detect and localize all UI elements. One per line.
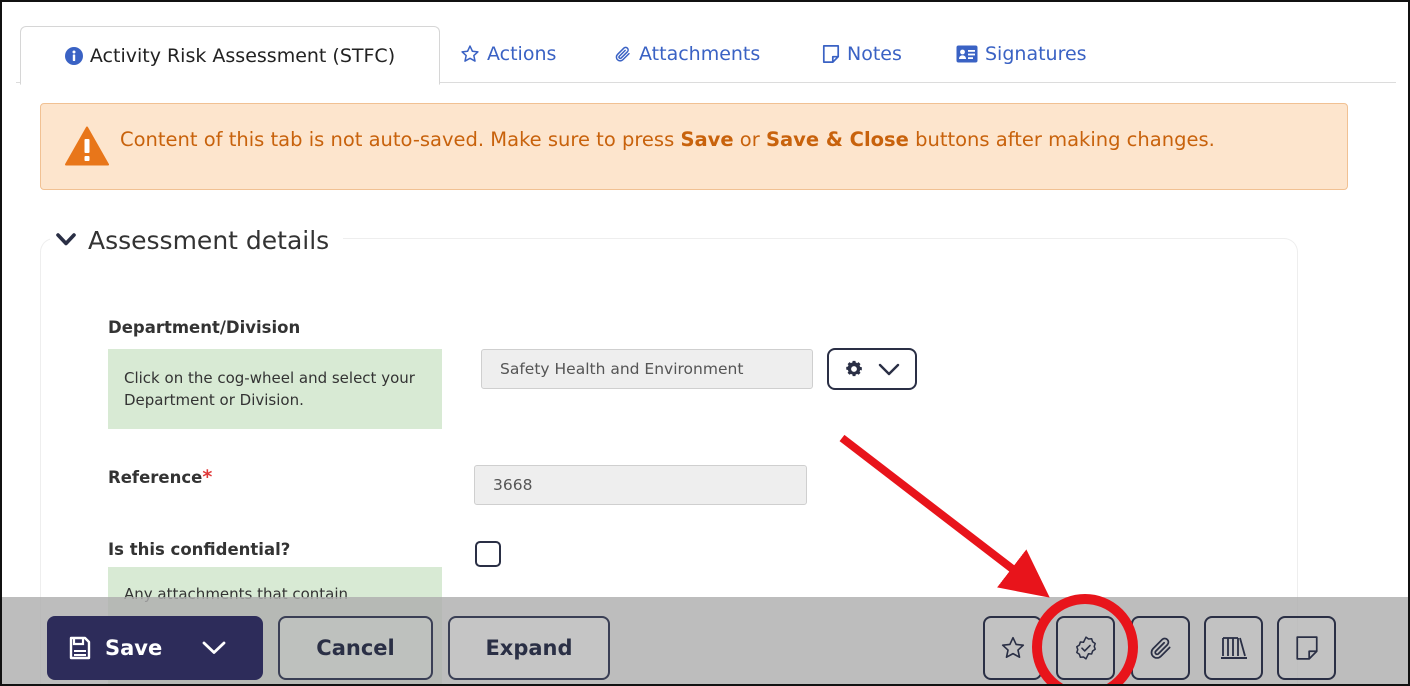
department-selector-button[interactable] bbox=[827, 348, 917, 390]
tab-label: Notes bbox=[847, 43, 902, 65]
floppy-disk-icon bbox=[69, 636, 91, 660]
approve-button[interactable] bbox=[1056, 616, 1115, 680]
confidential-label: Is this confidential? bbox=[108, 540, 291, 559]
save-button-label: Save bbox=[105, 636, 163, 660]
department-help: Click on the cog-wheel and select your D… bbox=[108, 349, 442, 429]
app-window: Activity Risk Assessment (STFC) Actions … bbox=[0, 0, 1410, 686]
note-icon bbox=[822, 45, 840, 63]
library-button[interactable] bbox=[1204, 616, 1263, 680]
sticky-note-icon bbox=[1295, 636, 1318, 660]
department-field: Safety Health and Environment bbox=[481, 349, 813, 389]
star-icon bbox=[1001, 636, 1024, 659]
chevron-down-icon[interactable] bbox=[202, 641, 226, 655]
tab-actions[interactable]: Actions bbox=[460, 26, 556, 82]
reference-label: Reference* bbox=[108, 466, 213, 488]
tab-notes[interactable]: Notes bbox=[822, 26, 902, 82]
attachments-button[interactable] bbox=[1131, 616, 1190, 680]
warning-icon bbox=[65, 126, 109, 166]
reference-field: 3668 bbox=[474, 465, 807, 505]
tab-label: Signatures bbox=[985, 43, 1087, 65]
id-card-icon bbox=[956, 45, 978, 63]
alert-message: Content of this tab is not auto-saved. M… bbox=[120, 128, 1215, 151]
section-title: Assessment details bbox=[88, 225, 330, 255]
chevron-down-icon bbox=[56, 233, 76, 246]
save-button[interactable]: Save bbox=[47, 616, 263, 680]
autosave-warning-alert: Content of this tab is not auto-saved. M… bbox=[40, 103, 1348, 190]
expand-button[interactable]: Expand bbox=[448, 616, 610, 680]
department-label: Department/Division bbox=[108, 318, 301, 337]
tab-label: Activity Risk Assessment (STFC) bbox=[89, 44, 396, 67]
badge-check-icon bbox=[1075, 636, 1096, 660]
confidential-checkbox[interactable] bbox=[475, 541, 501, 567]
tab-bar: Activity Risk Assessment (STFC) Actions … bbox=[16, 26, 1396, 85]
notes-button[interactable] bbox=[1277, 616, 1336, 680]
tab-label: Actions bbox=[487, 43, 557, 65]
required-marker: * bbox=[202, 466, 213, 488]
star-icon bbox=[461, 45, 479, 62]
chevron-down-icon bbox=[878, 363, 900, 375]
cancel-button[interactable]: Cancel bbox=[278, 616, 433, 680]
tab-activity-risk-assessment[interactable]: Activity Risk Assessment (STFC) bbox=[20, 26, 440, 85]
info-circle-icon bbox=[64, 46, 83, 65]
library-books-icon bbox=[1220, 637, 1247, 659]
favourite-button[interactable] bbox=[983, 616, 1042, 680]
tab-signatures[interactable]: Signatures bbox=[956, 26, 1087, 82]
paperclip-icon bbox=[1150, 637, 1171, 659]
tab-attachments[interactable]: Attachments bbox=[614, 26, 760, 82]
paperclip-icon bbox=[615, 46, 630, 62]
section-header[interactable]: Assessment details bbox=[50, 220, 344, 260]
cog-icon bbox=[846, 360, 862, 377]
tab-label: Attachments bbox=[639, 43, 761, 65]
